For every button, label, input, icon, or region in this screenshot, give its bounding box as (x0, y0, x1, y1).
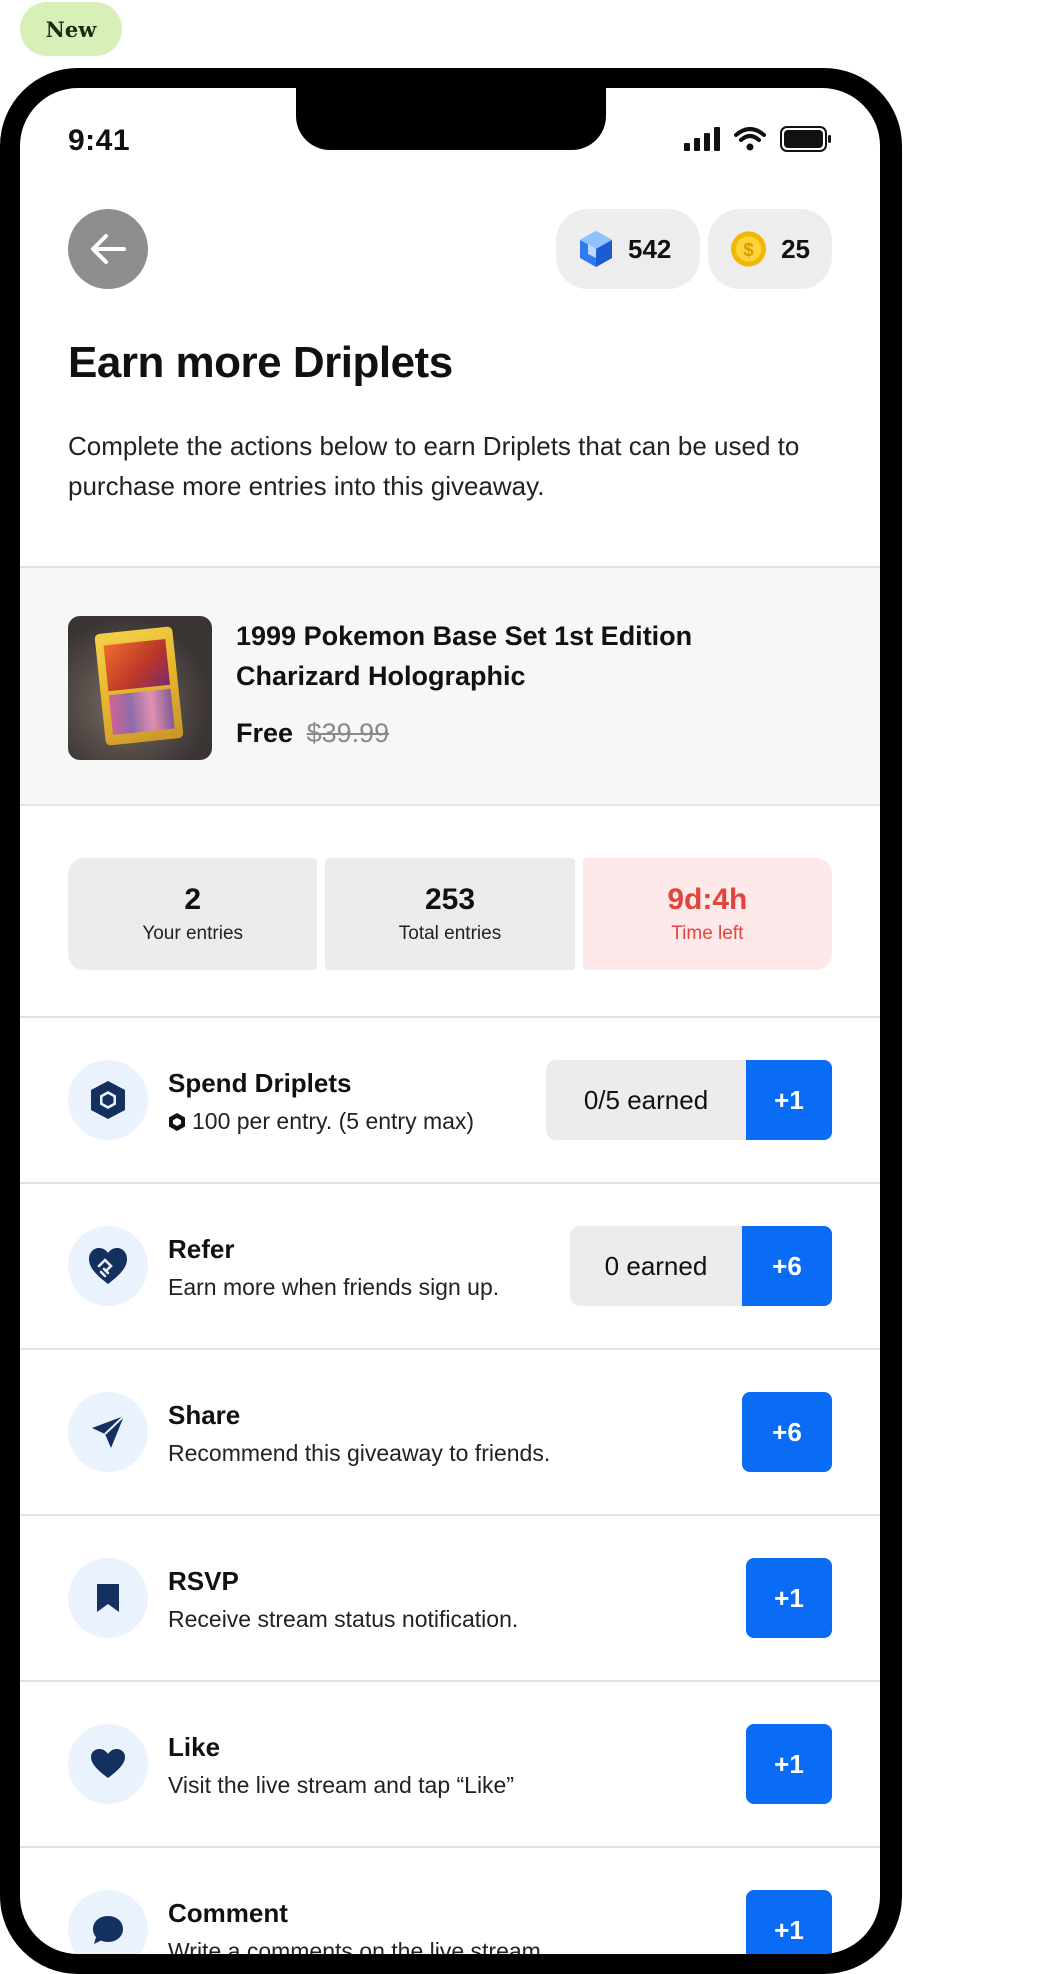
action-title: Like (168, 1732, 221, 1762)
refer-icon-wrap (68, 1226, 148, 1306)
hexagon-gem-icon (91, 1081, 125, 1119)
stat-label: Time left (671, 923, 744, 944)
action-desc: Recommend this giveaway to friends. (168, 1440, 551, 1466)
action-desc: Write a comments on the live stream. (168, 1938, 548, 1954)
status-time: 9:41 (68, 124, 131, 157)
handshake-heart-icon (89, 1248, 127, 1284)
stat-value: 253 (424, 883, 476, 916)
product-price: Free $39.99 (236, 718, 389, 749)
stat-total-entries: 253 Total entries (325, 858, 575, 970)
driplets-count: 542 (628, 233, 672, 264)
driplets-balance[interactable]: 542 (556, 209, 700, 289)
rsvp-icon-wrap (68, 1558, 148, 1638)
svg-text:$: $ (743, 239, 754, 260)
stat-label: Total entries (398, 923, 502, 944)
comment-icon-wrap (68, 1890, 148, 1954)
action-desc-text: 100 per entry. (5 entry max) (192, 1108, 475, 1134)
share-icon-wrap (68, 1392, 148, 1472)
coins-balance[interactable]: $ 25 (708, 209, 832, 289)
action-row-comment: Comment Write a comments on the live str… (20, 1848, 880, 1954)
action-desc: Receive stream status notification. (168, 1606, 519, 1632)
stat-your-entries: 2 Your entries (68, 858, 318, 970)
arrow-left-icon (91, 234, 126, 264)
comment-reward-button[interactable]: +1 (746, 1890, 832, 1954)
app-screen: 9:41 542 $ 25 Earn more Driplets Complet… (20, 88, 880, 1954)
product-image (68, 616, 212, 760)
share-reward-button[interactable]: +6 (742, 1392, 832, 1472)
status-icons (684, 126, 832, 152)
new-badge: New (20, 2, 122, 56)
back-button[interactable] (68, 209, 148, 289)
bookmark-icon (97, 1584, 119, 1612)
action-row-like: Like Visit the live stream and tap “Like… (20, 1682, 880, 1846)
stat-value: 2 (184, 883, 201, 916)
action-title: Spend Driplets (168, 1068, 352, 1098)
action-desc: Earn more when friends sign up. (168, 1274, 500, 1300)
wifi-icon (734, 127, 766, 151)
action-title: Refer (168, 1234, 235, 1264)
product-card[interactable]: 1999 Pokemon Base Set 1st Edition Chariz… (20, 566, 880, 806)
notch (296, 88, 606, 150)
like-icon-wrap (68, 1724, 148, 1804)
stat-label: Your entries (142, 923, 244, 944)
heart-icon (91, 1749, 125, 1778)
page-subtitle: Complete the actions below to earn Dripl… (68, 431, 800, 501)
price-free: Free (236, 718, 294, 748)
small-gem-icon (169, 1112, 185, 1131)
action-desc: 100 per entry. (5 entry max) (168, 1108, 474, 1135)
stat-value: 9d:4h (667, 883, 748, 916)
action-desc: Visit the live stream and tap “Like” (168, 1772, 515, 1798)
battery-icon (780, 126, 831, 152)
entry-stats: 2 Your entries 253 Total entries 9d:4h T… (68, 858, 832, 970)
product-name: 1999 Pokemon Base Set 1st Edition Chariz… (236, 621, 693, 691)
like-reward-button[interactable]: +1 (746, 1724, 832, 1804)
page-title: Earn more Driplets (68, 338, 453, 387)
action-row-spend: Spend Driplets 100 per entry. (5 entry m… (20, 1018, 880, 1182)
action-title: RSVP (168, 1566, 239, 1596)
spend-earned-count: 0/5 earned (546, 1060, 746, 1140)
spend-icon-wrap (68, 1060, 148, 1140)
action-row-share: Share Recommend this giveaway to friends… (20, 1350, 880, 1514)
driplet-gem-icon (580, 231, 612, 267)
refer-reward-button[interactable]: +6 (742, 1226, 832, 1306)
action-row-refer: Refer Earn more when friends sign up. 0 … (20, 1184, 880, 1348)
refer-earned-count: 0 earned (570, 1226, 742, 1306)
action-title: Comment (168, 1898, 288, 1928)
stat-time-left: 9d:4h Time left (582, 858, 832, 970)
action-row-rsvp: RSVP Receive stream status notification.… (20, 1516, 880, 1680)
paper-plane-icon (92, 1415, 125, 1448)
coin-icon: $ (730, 231, 767, 267)
rsvp-reward-button[interactable]: +1 (746, 1558, 832, 1638)
spend-reward-button[interactable]: +1 (746, 1060, 832, 1140)
action-title: Share (168, 1400, 241, 1430)
comment-bubble-icon (93, 1916, 123, 1944)
coins-count: 25 (781, 233, 810, 264)
price-original: $39.99 (306, 718, 390, 748)
signal-icon (684, 127, 720, 151)
